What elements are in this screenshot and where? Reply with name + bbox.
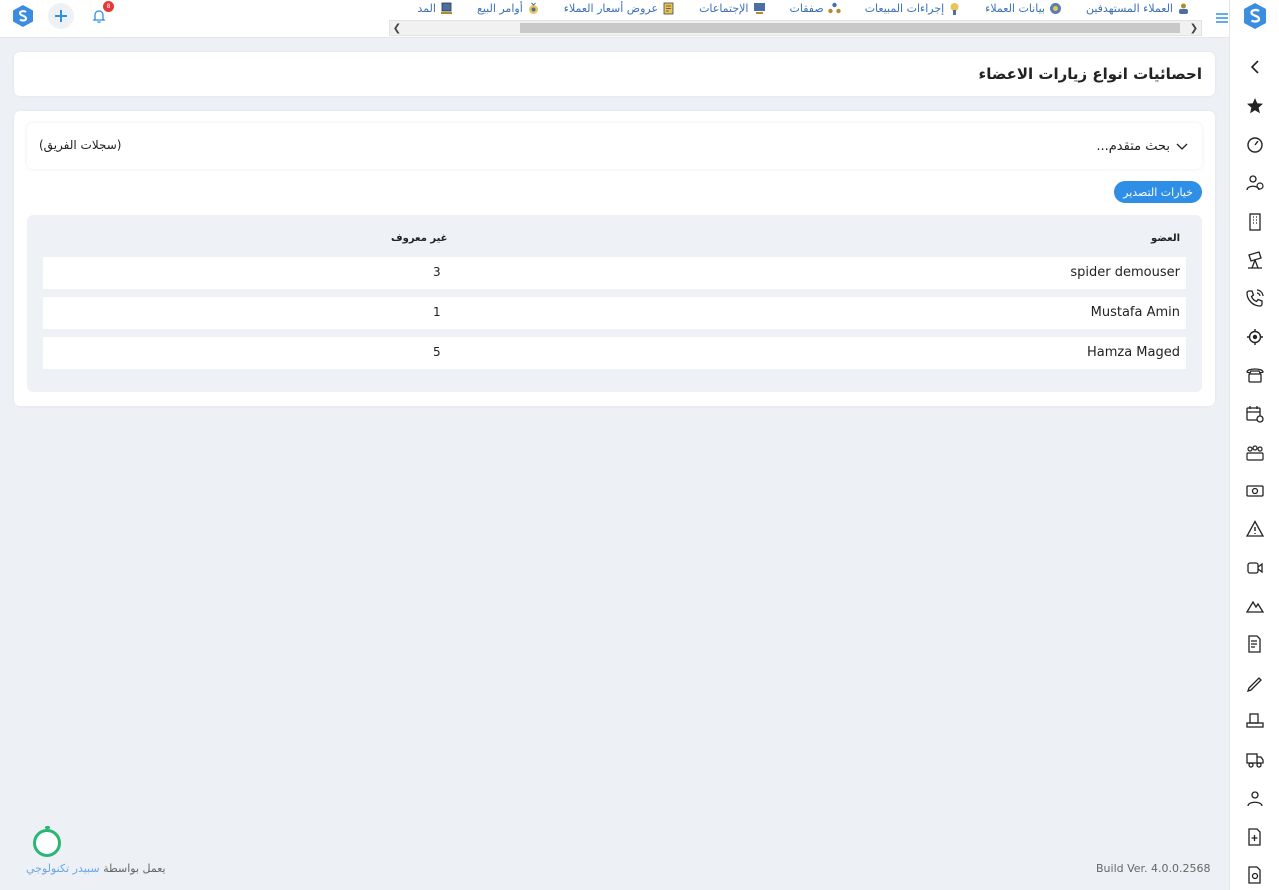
star-icon[interactable] <box>1245 96 1265 116</box>
notifications-button[interactable]: 8 <box>86 1 114 29</box>
telephone-icon[interactable] <box>1245 365 1265 385</box>
report-card: بحث متقدم... (سجلات الفريق) خيارات التصد… <box>14 111 1215 406</box>
chevron-down-icon <box>1176 143 1188 150</box>
build-version: Build Ver. 4.0.0.2568 <box>1096 862 1211 875</box>
nav-label: بيانات العملاء <box>985 1 1045 15</box>
nav-label: صفقات <box>789 1 824 15</box>
nav-label: أوامر البيع <box>476 1 523 15</box>
phone-call-icon[interactable] <box>1245 288 1265 308</box>
user-hand-icon[interactable] <box>1245 789 1265 809</box>
users-icon[interactable] <box>1245 173 1265 193</box>
invoice-icon[interactable] <box>1245 634 1265 654</box>
app-logo[interactable] <box>10 3 36 29</box>
sales-actions-icon <box>948 2 961 15</box>
mountain-icon[interactable] <box>1245 596 1265 616</box>
meetings-icon <box>753 2 766 15</box>
unknown-cell: 3 <box>433 265 441 279</box>
nav-label: عروض أسعار العملاء <box>563 1 659 15</box>
powered-by: يعمل بواسطة سبيدر تكنولوجي <box>26 862 166 875</box>
member-cell: Mustafa Amin <box>1090 305 1180 320</box>
signature-icon[interactable] <box>1245 673 1265 693</box>
unknown-cell: 1 <box>433 305 441 319</box>
column-header-unknown[interactable]: غير معروف <box>391 233 448 244</box>
brand-link[interactable]: سبيدر تكنولوجي <box>26 862 100 875</box>
brand-logo[interactable] <box>1242 2 1268 30</box>
nav-item-more[interactable]: المد <box>417 0 453 16</box>
nav-item-sales-actions[interactable]: إجراءات المبيعات <box>865 0 961 16</box>
table-row[interactable]: Mustafa Amin 1 <box>43 297 1186 329</box>
telescope-icon[interactable] <box>1245 250 1265 270</box>
scrollbar-thumb[interactable] <box>520 23 1180 33</box>
right-sidebar <box>1229 0 1279 890</box>
deals-icon <box>827 2 841 15</box>
notification-badge: 8 <box>103 1 114 12</box>
table-row[interactable]: spider demouser 3 <box>43 257 1186 289</box>
advanced-search-label: بحث متقدم... <box>1096 139 1170 154</box>
member-cell: spider demouser <box>1070 265 1180 280</box>
nav-label: العملاء المستهدفين <box>1085 1 1173 15</box>
warning-icon[interactable] <box>1245 519 1265 539</box>
nav-item-meetings[interactable]: الإجتماعات <box>699 0 765 16</box>
scroll-right-icon[interactable]: ❯ <box>1187 21 1201 35</box>
menu-icon[interactable] <box>1215 9 1229 23</box>
add-document-icon[interactable] <box>1245 827 1265 847</box>
top-bar: 8 العملاء المستهدفين بيانات العملاء إجرا… <box>0 0 1229 38</box>
add-button[interactable] <box>48 3 74 29</box>
team-icon[interactable] <box>1245 443 1265 463</box>
nav-item-sales-orders[interactable]: أوامر البيع <box>477 0 540 16</box>
document-settings-icon[interactable] <box>1245 865 1265 885</box>
top-nav: العملاء المستهدفين بيانات العملاء إجراءا… <box>389 0 1202 20</box>
laptop-icon <box>440 2 453 15</box>
title-card: احصائيات انواع زيارات الاعضاء <box>14 52 1215 96</box>
page-title: احصائيات انواع زيارات الاعضاء <box>978 65 1202 83</box>
advanced-search-panel: بحث متقدم... (سجلات الفريق) <box>27 123 1202 169</box>
truck-icon[interactable] <box>1245 750 1265 770</box>
top-actions: 8 <box>10 1 114 29</box>
powered-by-text: يعمل بواسطة <box>103 862 166 875</box>
video-icon[interactable] <box>1245 558 1265 578</box>
nav-label: المد <box>417 1 436 15</box>
nav-scrollbar[interactable]: ❮ ❯ <box>389 20 1202 36</box>
advanced-search-toggle[interactable]: بحث متقدم... <box>1096 139 1188 154</box>
nav-item-quotations[interactable]: عروض أسعار العملاء <box>564 0 675 16</box>
collapse-icon[interactable] <box>1245 57 1265 77</box>
nav-label: الإجتماعات <box>699 1 749 15</box>
member-cell: Hamza Maged <box>1086 345 1180 360</box>
team-records-label: (سجلات الفريق) <box>39 138 122 152</box>
building-icon[interactable] <box>1245 212 1265 232</box>
unknown-cell: 5 <box>433 345 441 359</box>
nav-item-target-customers[interactable]: العملاء المستهدفين <box>1086 0 1190 16</box>
customer-data-icon <box>1049 2 1062 15</box>
table-row[interactable]: Hamza Maged 5 <box>43 337 1186 369</box>
nav-item-customer-data[interactable]: بيانات العملاء <box>985 0 1062 16</box>
export-options-button[interactable]: خيارات التصدير <box>1114 181 1202 203</box>
nav-item-deals[interactable]: صفقات <box>790 0 841 16</box>
column-header-member[interactable]: العضو <box>1151 233 1180 244</box>
money-icon[interactable] <box>1245 481 1265 501</box>
quotations-icon <box>662 2 675 15</box>
delivery-icon[interactable] <box>1245 711 1265 731</box>
dashboard-icon[interactable] <box>1245 134 1265 154</box>
calendar-settings-icon[interactable] <box>1245 404 1265 424</box>
target-customers-icon <box>1177 2 1190 15</box>
nav-label: إجراءات المبيعات <box>864 1 945 15</box>
location-target-icon[interactable] <box>1245 327 1265 347</box>
visits-table: العضو غير معروف spider demouser 3 Mustaf… <box>27 215 1202 392</box>
scroll-left-icon[interactable]: ❮ <box>390 21 404 35</box>
sales-orders-icon <box>527 2 540 15</box>
chat-button[interactable] <box>33 826 61 857</box>
